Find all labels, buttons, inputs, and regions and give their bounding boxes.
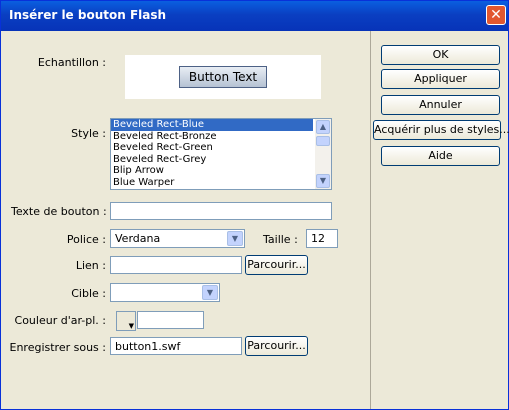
chevron-down-icon[interactable]: ▼: [227, 231, 243, 246]
sample-label: Echantillon :: [37, 56, 106, 69]
style-option[interactable]: Blue Warper: [111, 177, 313, 189]
style-option[interactable]: Blip Arrow: [111, 165, 313, 177]
color-swatch-button[interactable]: ▼: [116, 311, 136, 331]
scroll-up-icon[interactable]: ▲: [316, 120, 330, 134]
scroll-down-icon[interactable]: ▼: [316, 174, 330, 188]
target-select[interactable]: ▼: [110, 283, 220, 302]
style-listbox[interactable]: Beveled Rect-Blue Beveled Rect-Bronze Be…: [110, 118, 332, 190]
chevron-down-icon: ▼: [128, 322, 134, 330]
close-button[interactable]: ✕: [486, 5, 506, 25]
column-divider: [370, 31, 371, 409]
link-label: Lien :: [75, 259, 106, 272]
size-input[interactable]: 12: [306, 229, 338, 248]
dialog-title: Insérer le bouton Flash: [9, 8, 167, 22]
help-button[interactable]: Aide: [381, 146, 500, 166]
link-input[interactable]: [110, 256, 242, 274]
flash-button-dialog: Insérer le bouton Flash ✕ Echantillon : …: [0, 0, 509, 410]
title-bar[interactable]: Insérer le bouton Flash ✕: [1, 1, 508, 31]
font-label: Police :: [66, 233, 106, 246]
style-scrollbar[interactable]: ▲ ▼: [315, 119, 331, 189]
sample-button-preview: Button Text: [179, 66, 267, 88]
save-as-browse-button[interactable]: Parcourir...: [245, 336, 308, 356]
save-as-label: Enregistrer sous :: [9, 341, 107, 354]
scroll-thumb[interactable]: [316, 136, 330, 146]
cancel-button[interactable]: Annuler: [381, 95, 500, 115]
link-browse-button[interactable]: Parcourir...: [245, 255, 308, 275]
button-text-label: Texte de bouton :: [11, 205, 107, 218]
button-text-input[interactable]: [110, 202, 332, 220]
sample-preview: Button Text: [125, 55, 321, 99]
font-select[interactable]: Verdana ▼: [110, 229, 245, 248]
style-option[interactable]: Beveled Rect-Blue: [111, 119, 313, 131]
bg-color-label: Couleur d'ar-pl. :: [14, 314, 106, 327]
close-icon: ✕: [490, 7, 502, 23]
chevron-down-icon[interactable]: ▼: [202, 285, 218, 300]
style-option[interactable]: Beveled Rect-Grey: [111, 154, 313, 166]
style-label: Style :: [71, 127, 106, 140]
apply-button[interactable]: Appliquer: [381, 69, 500, 89]
font-select-value: Verdana: [115, 232, 161, 245]
style-option[interactable]: Beveled Rect-Green: [111, 142, 313, 154]
bg-color-input[interactable]: [137, 311, 204, 329]
more-styles-button[interactable]: Acquérir plus de styles...: [373, 120, 509, 140]
target-label: Cible :: [71, 287, 106, 300]
save-as-input[interactable]: button1.swf: [110, 337, 242, 355]
style-option[interactable]: Beveled Rect-Bronze: [111, 131, 313, 143]
size-label: Taille :: [263, 233, 298, 246]
ok-button[interactable]: OK: [381, 45, 500, 65]
